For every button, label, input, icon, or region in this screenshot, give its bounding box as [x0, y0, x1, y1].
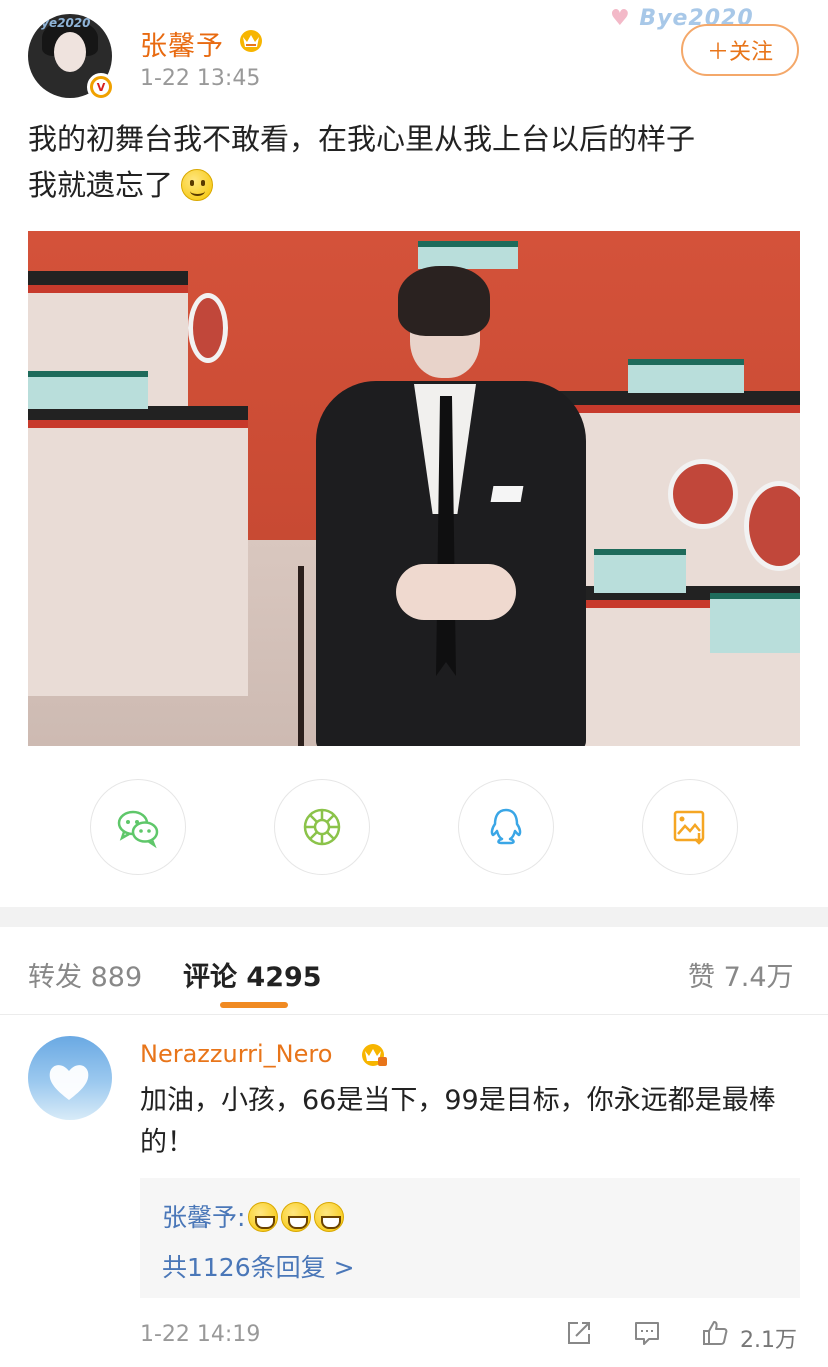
vip-crown-icon — [240, 30, 262, 52]
verified-badge-icon: V — [87, 73, 115, 101]
comment-timestamp: 1-22 14:19 — [140, 1322, 261, 1347]
active-tab-indicator — [220, 1002, 288, 1008]
post-text-line1: 我的初舞台我不敢看，在我心里从我上台以后的样子 — [28, 122, 696, 156]
reply-line: 张馨予: — [162, 1198, 345, 1234]
post-text: 我的初舞台我不敢看，在我心里从我上台以后的样子 我就遗忘了 — [28, 116, 808, 208]
section-divider — [0, 907, 828, 927]
view-replies-link[interactable]: 共1126条回复 > — [162, 1248, 355, 1284]
moments-icon — [303, 808, 341, 846]
wechat-icon — [117, 810, 159, 849]
share-wechat-button[interactable] — [90, 779, 186, 875]
grin-emoji-icon — [248, 1202, 279, 1232]
comment-footer: 1-22 14:19 2.1万 — [140, 1318, 800, 1354]
comment-text: 加油，小孩，66是当下，99是目标，你永远都是最棒的！ — [140, 1085, 776, 1158]
author-name[interactable]: 张馨予 — [140, 24, 224, 63]
post-image[interactable] — [28, 231, 800, 746]
follow-button[interactable]: ＋关注 — [681, 24, 799, 76]
photo-subject — [286, 266, 606, 746]
post-text-line2: 我就遗忘了 — [28, 168, 174, 202]
share-qq-button[interactable] — [458, 779, 554, 875]
reply-author[interactable]: 张馨予: — [162, 1203, 245, 1232]
qq-icon — [490, 808, 522, 845]
save-image-button[interactable] — [642, 779, 738, 875]
share-bar — [0, 779, 828, 875]
smile-emoji-icon — [181, 169, 214, 201]
heart-cloud-icon — [49, 1065, 89, 1100]
like-thumb-icon[interactable] — [700, 1318, 730, 1348]
comment-item: Nerazzurri_Nero 加油，小孩，66是当下，99是目标，你永远都是最… — [0, 1016, 828, 1367]
reply-comment-icon[interactable] — [632, 1318, 662, 1348]
reply-preview[interactable]: 张馨予: 共1126条回复 > — [140, 1178, 800, 1298]
comment-like-count: 2.1万 — [740, 1328, 797, 1353]
tab-comments[interactable]: 评论 4295 — [183, 955, 322, 994]
commenter-name[interactable]: Nerazzurri_Nero — [140, 1040, 332, 1068]
post-header: Bye2020 V 张馨予 1-22 13:45 ♥ Bye2020 ＋关注 — [0, 0, 828, 110]
avatar-decoration: Bye2020 — [32, 16, 91, 30]
tab-repost[interactable]: 转发 889 — [28, 955, 142, 994]
post-timestamp: 1-22 13:45 — [140, 66, 261, 91]
vip-crown-icon — [362, 1044, 387, 1066]
interaction-tabs: 转发 889 评论 4295 赞 7.4万 — [0, 927, 828, 1015]
tab-likes[interactable]: 赞 7.4万 — [688, 955, 794, 994]
grin-emoji-icon — [314, 1202, 345, 1232]
grin-emoji-icon — [281, 1202, 312, 1232]
commenter-avatar[interactable] — [28, 1036, 112, 1120]
save-image-icon — [673, 810, 705, 845]
share-moments-button[interactable] — [274, 779, 370, 875]
forward-icon[interactable] — [564, 1318, 594, 1348]
